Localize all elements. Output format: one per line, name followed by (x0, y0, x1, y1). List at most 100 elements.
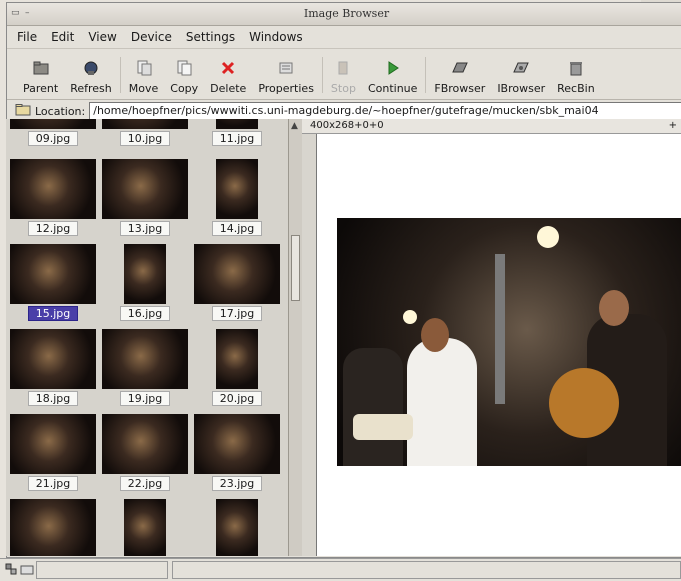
image-viewer: 400x268+0+0 + (302, 119, 681, 556)
thumbnail-filename: 10.jpg (120, 131, 170, 146)
copy-icon (175, 59, 193, 77)
recbin-button[interactable]: RecBin (551, 53, 601, 99)
scrollbar-thumb[interactable] (291, 235, 300, 301)
thumbnail-filename: 21.jpg (28, 476, 78, 491)
thumbnail-image (10, 244, 96, 304)
thumbnail-filename: 19.jpg (120, 391, 170, 406)
status-field-1 (36, 561, 168, 579)
location-folder-icon (15, 103, 31, 119)
thumbnail-image (10, 329, 96, 389)
image-canvas[interactable] (316, 134, 681, 556)
thumbnail-item[interactable] (10, 499, 96, 556)
move-icon (135, 59, 153, 77)
thumbnail-item[interactable]: 15.jpg (10, 244, 96, 324)
toolbar-separator (119, 57, 121, 93)
ibrowser-label: IBrowser (497, 82, 546, 95)
image-geometry: 400x268+0+0 (310, 120, 384, 131)
thumbnail-item[interactable] (194, 499, 280, 556)
recycle-bin-icon (567, 59, 585, 77)
menu-file[interactable]: File (17, 30, 37, 44)
thumbnail-image (216, 159, 258, 219)
thumbnail-item[interactable]: 23.jpg (194, 414, 280, 494)
location-label: Location: (35, 104, 86, 118)
ibrowser-button[interactable]: IBrowser (491, 53, 551, 99)
location-input[interactable]: /home/hoepfner/pics/wwwiti.cs.uni-magdeb… (89, 102, 681, 120)
thumbnail-item[interactable]: 09.jpg (10, 119, 96, 149)
thumbnail-item[interactable]: 16.jpg (102, 244, 188, 324)
menu-edit[interactable]: Edit (51, 30, 74, 44)
copy-label: Copy (170, 82, 199, 95)
thumbnail-item[interactable]: 14.jpg (194, 159, 280, 239)
thumbnail-item[interactable]: 10.jpg (102, 119, 188, 149)
delete-button[interactable]: Delete (204, 53, 252, 99)
thumbnail-image (10, 499, 96, 556)
thumbnail-item[interactable]: 13.jpg (102, 159, 188, 239)
thumbnail-filename: 09.jpg (28, 131, 78, 146)
refresh-label: Refresh (70, 82, 112, 95)
thumbnail-filename: 22.jpg (120, 476, 170, 491)
parent-button[interactable]: Parent (17, 53, 64, 99)
thumbnail-item[interactable]: 12.jpg (10, 159, 96, 239)
thumbnail-item[interactable]: 20.jpg (194, 329, 280, 409)
light-rig (495, 254, 505, 404)
thumbnail-item[interactable]: 17.jpg (194, 244, 280, 324)
singer-head (421, 318, 449, 352)
ibrowser-icon (512, 59, 530, 77)
properties-icon (277, 59, 295, 77)
thumbnail-image (10, 414, 96, 474)
menu-settings[interactable]: Settings (186, 30, 235, 44)
parent-label: Parent (23, 82, 59, 95)
status-field-2 (172, 561, 681, 579)
thumbnail-filename: 23.jpg (212, 476, 262, 491)
menu-bar: File Edit View Device Settings Windows (7, 26, 681, 49)
menu-device[interactable]: Device (131, 30, 172, 44)
thumbnail-scrollbar[interactable]: ▲ (288, 119, 303, 556)
delete-icon (219, 59, 237, 77)
toolbar-separator (321, 57, 323, 93)
thumbnail-item[interactable]: 21.jpg (10, 414, 96, 494)
stage-light (537, 226, 559, 248)
fbrowser-button[interactable]: FBrowser (428, 53, 491, 99)
thumbnail-filename: 16.jpg (120, 306, 170, 321)
menu-view[interactable]: View (88, 30, 116, 44)
properties-label: Properties (258, 82, 314, 95)
thumbnail-image (10, 159, 96, 219)
continue-icon (384, 59, 402, 77)
thumbnail-filename: 18.jpg (28, 391, 78, 406)
recbin-label: RecBin (557, 82, 595, 95)
thumbnail-filename: 20.jpg (212, 391, 262, 406)
stop-button[interactable]: Stop (325, 53, 362, 99)
thumbnail-item[interactable]: 22.jpg (102, 414, 188, 494)
crosshair-icon: + (668, 120, 677, 131)
thumbnail-filename: 14.jpg (212, 221, 262, 236)
scroll-up-icon[interactable]: ▲ (291, 121, 298, 131)
stop-icon (334, 59, 352, 77)
move-button[interactable]: Move (123, 53, 165, 99)
thumbnail-filename: 17.jpg (212, 306, 262, 321)
thumbnail-item[interactable]: 19.jpg (102, 329, 188, 409)
refresh-button[interactable]: Refresh (64, 53, 118, 99)
stage-light (403, 310, 417, 324)
thumbnail-image (216, 329, 258, 389)
viewer-header: 400x268+0+0 + (302, 119, 681, 134)
continue-button[interactable]: Continue (362, 53, 423, 99)
copy-button[interactable]: Copy (164, 53, 204, 99)
properties-button[interactable]: Properties (252, 53, 320, 99)
guitarist-head (599, 290, 629, 326)
thumbnail-filename: 11.jpg (212, 131, 262, 146)
thumbnail-image (102, 119, 188, 129)
thumbnail-item[interactable]: 18.jpg (10, 329, 96, 409)
fbrowser-icon (451, 59, 469, 77)
toolbar: Parent Refresh Move Copy Delete Properti… (7, 49, 681, 100)
thumbnail-image (194, 414, 280, 474)
continue-label: Continue (367, 82, 418, 95)
thumbnail-item[interactable]: 11.jpg (194, 119, 280, 149)
thumbnail-item[interactable] (102, 499, 188, 556)
thumbnail-image (10, 119, 96, 129)
network-icon (4, 562, 18, 579)
thumbnail-image (216, 119, 258, 129)
stop-label: Stop (330, 82, 356, 95)
menu-windows[interactable]: Windows (249, 30, 303, 44)
viewer-side-ruler (302, 134, 317, 556)
refresh-icon (82, 59, 100, 77)
